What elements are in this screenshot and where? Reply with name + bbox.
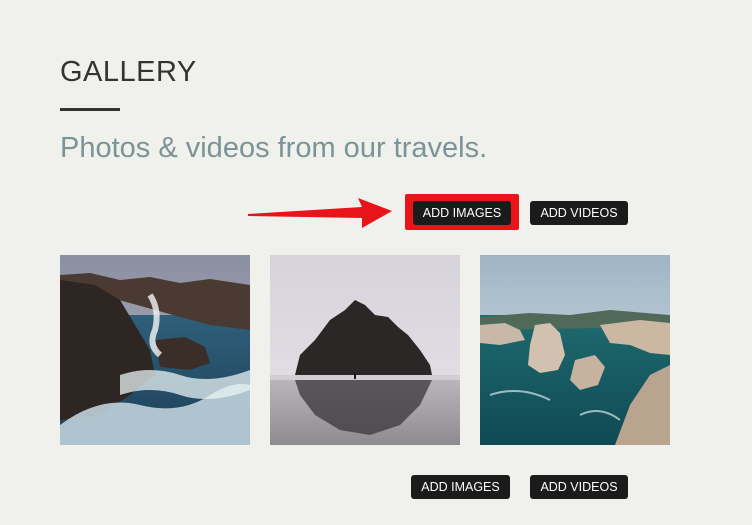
gallery-photo-cliffs[interactable] [480,255,670,445]
cliffs-photo-image [480,255,670,445]
sea-stack-photo-image [270,255,460,445]
add-videos-button-top[interactable]: ADD VIDEOS [530,201,628,225]
gallery-subtitle: Photos & videos from our travels. [60,132,488,164]
coast-photo-image [60,255,250,445]
gallery-photo-coast[interactable] [60,255,250,445]
add-videos-button-bottom[interactable]: ADD VIDEOS [530,475,628,499]
gallery-photo-sea-stack[interactable] [270,255,460,445]
title-underline-divider [60,108,120,111]
add-images-button-top[interactable]: ADD IMAGES [413,201,511,225]
gallery-title: GALLERY [60,56,197,88]
add-images-button-bottom[interactable]: ADD IMAGES [411,475,510,499]
